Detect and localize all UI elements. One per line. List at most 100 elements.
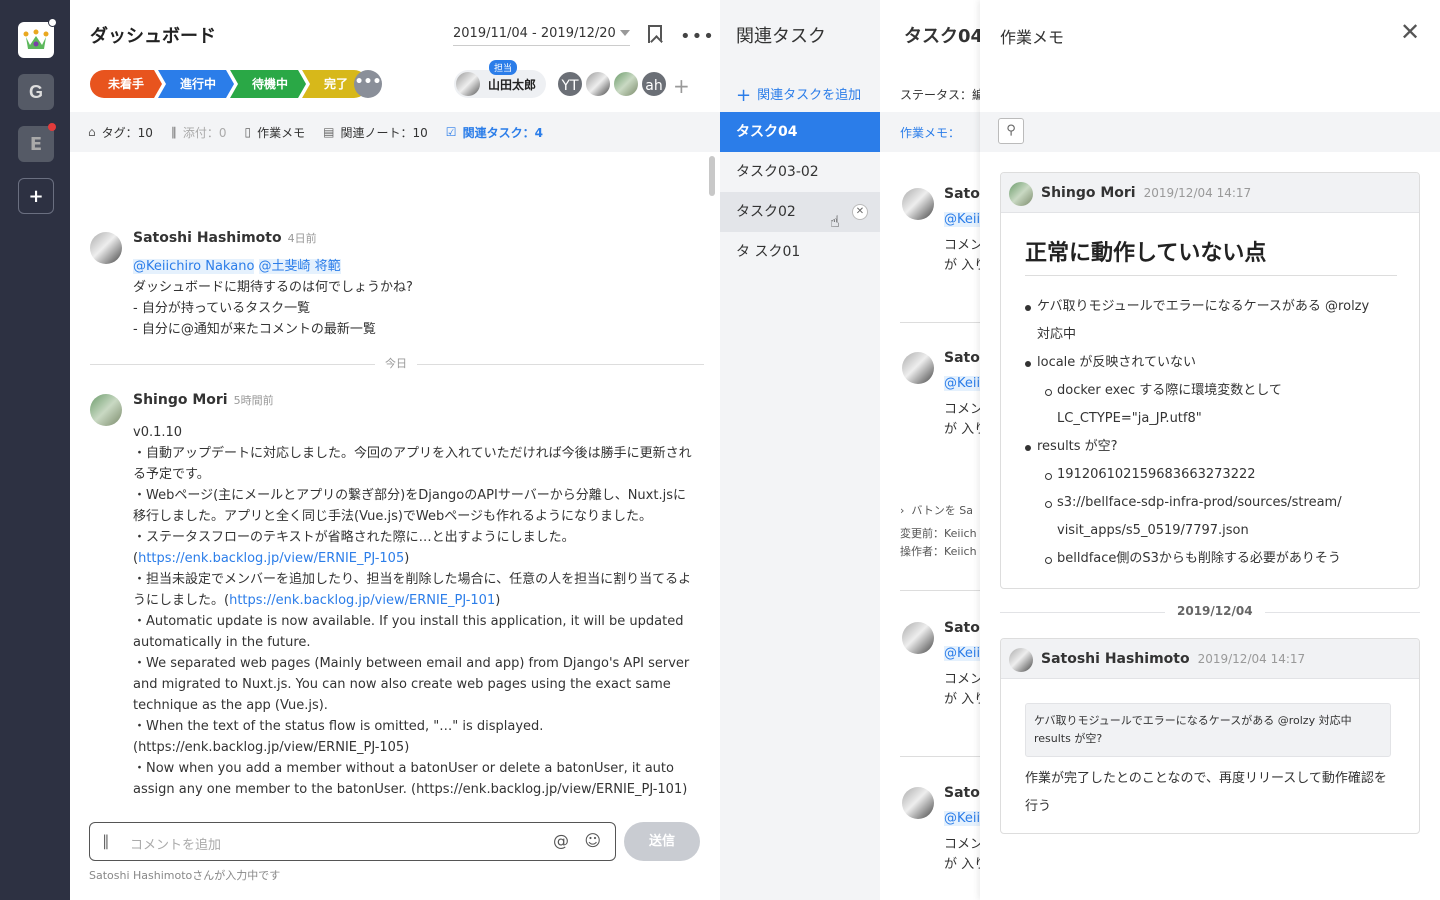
workspace-google-icon[interactable]: G	[18, 74, 54, 110]
comment-line: v0.1.10	[133, 425, 183, 440]
memo-list-subitem: 191206102159683663273222	[1025, 461, 1405, 489]
remove-icon[interactable]: ✕	[852, 204, 868, 220]
tab-work-memo[interactable]: ▯ 作業メモ	[245, 124, 306, 141]
author-name: Satoshi Hashimoto	[1041, 651, 1190, 667]
separator	[900, 322, 980, 323]
comment-line: ・ステータスフローのテキストが省略された際に…と出すようにしました。(https…	[133, 527, 698, 569]
paperclip-icon[interactable]: ∥	[102, 832, 110, 850]
mention[interactable]: @Keii	[944, 212, 980, 227]
memo-card-header: Shingo Mori 2019/12/04 14:17	[1001, 173, 1419, 213]
add-member-button[interactable]: +	[673, 74, 690, 98]
tab-related-tasks[interactable]: ☑ 関連タスク：4	[446, 124, 543, 141]
memo-panel-title: 作業メモ	[1000, 28, 1065, 47]
comment-line: ・When the text of the status flow is omi…	[133, 719, 544, 755]
comment-line: コメン	[944, 837, 980, 852]
memo-card: Shingo Mori 2019/12/04 14:17 正常に動作していない点 …	[1000, 172, 1420, 589]
comment-body: @Keiichiro Nakano @土斐崎 将範 ダッシュボードに期待するのは…	[133, 256, 698, 340]
tab-work-memo[interactable]: 作業メモ：	[900, 124, 960, 141]
related-task-item[interactable]: タスク02 ✕	[720, 192, 880, 232]
memo-author: Satoshi Hashimoto 2019/12/04 14:17	[1041, 651, 1305, 667]
more-menu-icon[interactable]: •••	[680, 26, 715, 47]
mention[interactable]: @Keiichiro Nakano	[133, 259, 255, 274]
scrollbar-thumb[interactable]	[709, 156, 715, 196]
mention-icon[interactable]: @	[553, 831, 569, 850]
workspace-letter: E	[29, 133, 43, 155]
mention[interactable]: @土斐崎 将範	[258, 259, 341, 274]
comment-body: v0.1.10 ・自動アップデートに対応しました。今回のアプリを入れていただけれ…	[133, 422, 698, 800]
tab-related-notes[interactable]: ▤ 関連ノート：10	[323, 124, 428, 141]
memo-date: 2019/12/04 14:17	[1143, 186, 1252, 200]
activity-text: 変更前：Keiich	[900, 527, 977, 540]
member-avatar[interactable]: YT	[556, 70, 584, 98]
mention[interactable]: @Keii	[944, 811, 980, 826]
comment-line: ・Automatic update is now available. If y…	[133, 614, 684, 650]
chevron-down-icon	[620, 30, 630, 36]
workspace-letter: G	[28, 81, 43, 102]
member-avatar[interactable]: ah	[640, 70, 668, 98]
link[interactable]: https://enk.backlog.jp/view/ERNIE_PJ-105	[138, 551, 404, 566]
assignee-chip[interactable]: 担当 山田太郎	[454, 60, 546, 98]
memo-date: 2019/12/04 14:17	[1197, 652, 1306, 666]
memo-list-item: ケバ取りモジュールでエラーになるケースがある @rolzy	[1025, 293, 1405, 321]
status-label: 進行中	[180, 77, 217, 91]
close-icon[interactable]: ✕	[1400, 18, 1420, 46]
workspace-e[interactable]: E	[18, 126, 54, 162]
comment-feed[interactable]: Satoshi Hashimoto 4日前 @Keiichiro Nakano @…	[70, 152, 720, 814]
memo-quote: ケバ取りモジュールでエラーになるケースがある @rolzy 対応中 result…	[1025, 703, 1391, 757]
comment-author: Shingo Mori 5時間前	[133, 392, 274, 408]
status-flow: 未着手 進行中 待機中 完了	[90, 70, 369, 98]
task-tabbar: ⌂ タグ：10 ∥ 添付：0 ▯ 作業メモ ▤ 関連ノート：10 ☑ 関連タスク：4	[70, 112, 720, 152]
workspace-crown-logo-icon[interactable]	[18, 22, 54, 58]
member-avatar[interactable]	[612, 70, 640, 98]
send-button[interactable]: 送信	[624, 822, 700, 861]
comment-input[interactable]: ∥ コメントを追加 @ ☺	[89, 822, 616, 861]
related-task-label: タスク02	[736, 204, 796, 220]
add-workspace-button[interactable]: +	[18, 178, 54, 214]
online-dot	[48, 18, 57, 27]
status-step-not-started[interactable]: 未着手	[90, 70, 162, 98]
author-name: Satoshi Hashimoto	[133, 230, 282, 246]
add-related-task-button[interactable]: + 関連タスクを追加	[736, 84, 861, 106]
related-task-item[interactable]: タスク04	[720, 112, 880, 152]
tab-attachments[interactable]: ∥ 添付：0	[171, 124, 227, 141]
page-title: ダッシュボード	[90, 26, 216, 47]
comment-line: ・Now when you add a member without a bat…	[133, 761, 688, 797]
tab-label: タグ：10	[101, 125, 153, 140]
notification-dot	[48, 123, 56, 131]
emoji-icon[interactable]: ☺	[584, 831, 601, 850]
hand-cursor-icon: ☝	[830, 212, 840, 231]
memo-author: Shingo Mori 2019/12/04 14:17	[1041, 185, 1251, 201]
status-step-in-progress[interactable]: 進行中	[158, 70, 234, 98]
text: )	[404, 551, 410, 566]
link[interactable]: https://enk.backlog.jp/view/ERNIE_PJ-101	[229, 593, 495, 608]
comment-author: Satos	[944, 186, 980, 202]
tab-tags[interactable]: ⌂ タグ：10	[88, 124, 153, 141]
comment-line: ダッシュボードに期待するのは何でしょうかね?	[133, 280, 413, 295]
comment-author: Satoshi Hashimoto 4日前	[133, 230, 317, 246]
status-more-button[interactable]: •••	[354, 70, 382, 98]
member-avatar[interactable]	[584, 70, 612, 98]
mention[interactable]: @Keii	[944, 376, 980, 391]
mention[interactable]: @Keii	[944, 646, 980, 661]
work-memo-panel: 作業メモ ✕ ⚲ Shingo Mori 2019/12/04 14:17 正常に…	[980, 0, 1440, 900]
status-step-waiting[interactable]: 待機中	[230, 70, 306, 98]
tab-label: 添付：0	[182, 125, 227, 140]
related-task-item[interactable]: タ スク01	[720, 232, 880, 272]
bookmark-icon[interactable]	[648, 25, 662, 43]
memo-card: Satoshi Hashimoto 2019/12/04 14:17 ケバ取りモジ…	[1000, 638, 1420, 834]
pin-icon[interactable]: ⚲	[998, 118, 1024, 144]
avatar	[902, 352, 934, 384]
comment-line: が 入り	[944, 258, 980, 273]
related-task-item[interactable]: タスク03-02	[720, 152, 880, 192]
activity-text: バトンを Sa	[911, 504, 973, 517]
comment-placeholder: コメントを追加	[130, 838, 222, 853]
date-range-value: 2019/11/04 - 2019/12/20	[453, 26, 616, 41]
avatar	[902, 188, 934, 220]
comment-line: ・自動アップデートに対応しました。今回のアプリを入れていただければ今後は勝手に更…	[133, 446, 692, 482]
checkbox-icon: ☑	[445, 125, 457, 139]
avatar	[456, 72, 480, 96]
date-range-select[interactable]: 2019/11/04 - 2019/12/20	[453, 26, 630, 46]
comment-line: コメン	[944, 238, 980, 253]
memo-list-subitem: visit_apps/s5_0519/7797.json	[1057, 523, 1249, 538]
related-tasks-panel: 関連タスク + 関連タスクを追加 タスク04 タスク03-02 タスク02 ✕ タ …	[720, 0, 880, 900]
